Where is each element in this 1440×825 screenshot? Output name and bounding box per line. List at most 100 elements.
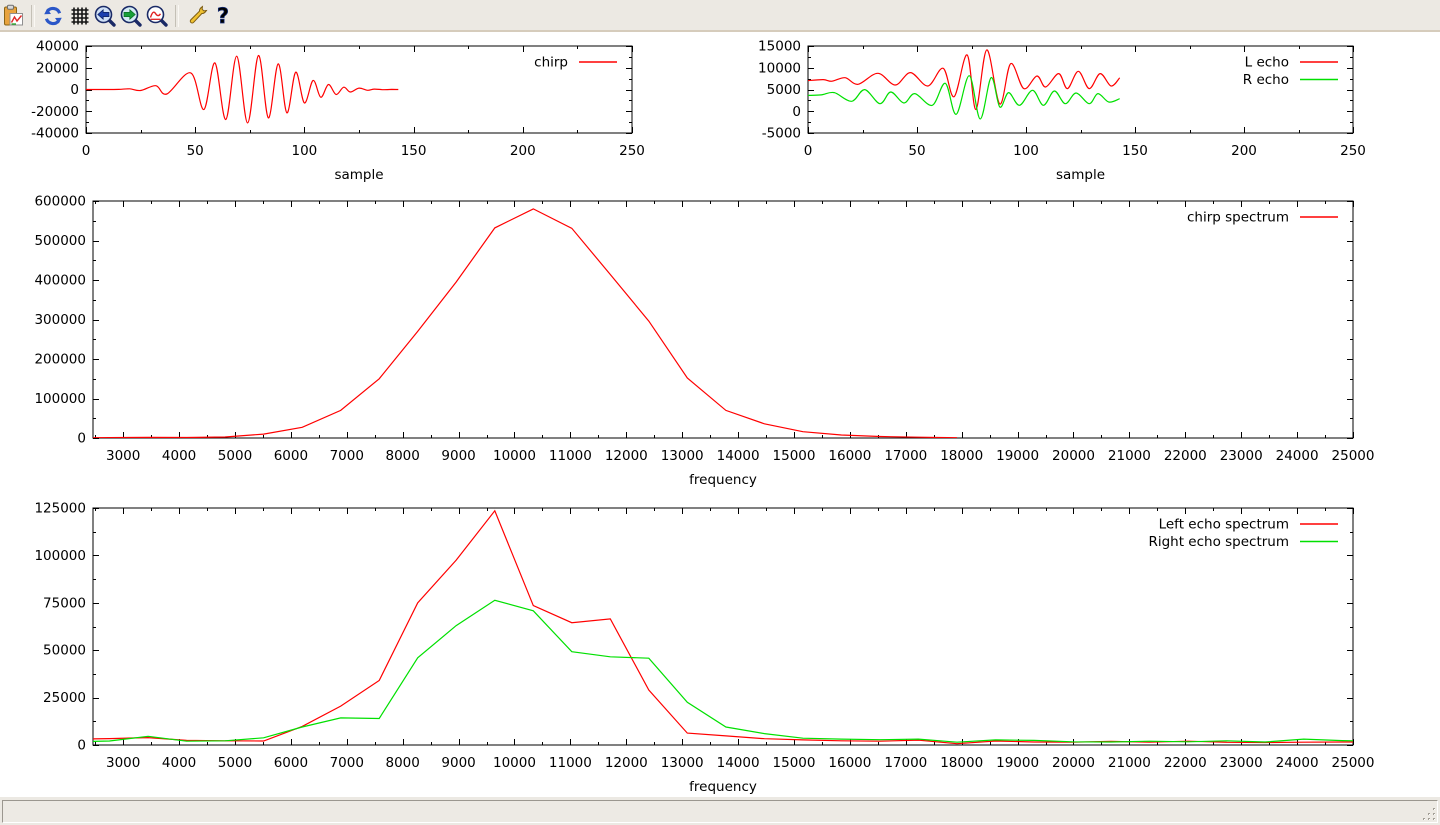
y-tick-label: 5000 xyxy=(767,82,801,98)
toolbar-button-toggle-grid[interactable] xyxy=(66,3,92,29)
x-tick-label: 50 xyxy=(187,143,204,159)
x-tick-label: 14000 xyxy=(717,448,760,464)
x-tick-label: 24000 xyxy=(1276,755,1319,771)
x-tick-label: 50 xyxy=(908,143,925,159)
y-tick-label: 0 xyxy=(77,738,86,754)
x-tick-label: 5000 xyxy=(218,448,252,464)
legend-label: chirp spectrum xyxy=(1187,210,1289,226)
x-tick-label: 18000 xyxy=(940,755,983,771)
x-tick-label: 25000 xyxy=(1332,448,1375,464)
x-tick-label: 17000 xyxy=(884,448,927,464)
x-tick-label: 23000 xyxy=(1220,448,1263,464)
x-tick-label: 9000 xyxy=(441,755,475,771)
series-right-echo-spectrum xyxy=(93,600,1353,742)
x-tick-label: 22000 xyxy=(1164,448,1207,464)
gnuplot-window: ? 050100150200250-40000-2000002000040000… xyxy=(0,0,1440,825)
chart-chirp-signal[interactable]: 050100150200250-40000-2000002000040000sa… xyxy=(31,39,645,184)
y-tick-label: 300000 xyxy=(34,312,86,328)
chart-echo-spectra[interactable]: 3000400050006000700080009000100001100012… xyxy=(34,501,1374,796)
legend-label: chirp xyxy=(534,55,568,71)
y-tick-label: 10000 xyxy=(758,60,801,76)
series-chirp-spectrum xyxy=(93,209,957,438)
plot-border xyxy=(93,201,1353,438)
x-tick-label: 7000 xyxy=(330,448,364,464)
y-tick-label: 0 xyxy=(77,431,86,447)
autoscale-plot-icon xyxy=(145,4,169,28)
x-tick-label: 6000 xyxy=(274,448,308,464)
y-tick-label: -5000 xyxy=(762,126,801,142)
plots-surface: 050100150200250-40000-2000002000040000sa… xyxy=(0,32,1440,797)
x-tick-label: 22000 xyxy=(1164,755,1207,771)
x-tick-label: 12000 xyxy=(605,755,648,771)
x-axis-label: frequency xyxy=(689,472,757,488)
x-axis-label: frequency xyxy=(689,779,757,795)
x-tick-label: 250 xyxy=(619,143,645,159)
toolbar-button-zoom-previous[interactable] xyxy=(92,3,118,29)
series-l-echo xyxy=(808,50,1120,110)
toolbar-button-replot[interactable] xyxy=(40,3,66,29)
svg-text:?: ? xyxy=(217,4,229,28)
legend-label: Left echo spectrum xyxy=(1159,517,1289,533)
x-tick-label: 11000 xyxy=(549,755,592,771)
x-tick-label: 150 xyxy=(1122,143,1148,159)
x-tick-label: 100 xyxy=(292,143,318,159)
y-tick-label: 100000 xyxy=(34,548,86,564)
y-tick-label: -20000 xyxy=(31,104,79,120)
x-tick-label: 0 xyxy=(804,143,813,159)
chart-echo-signals[interactable]: 050100150200250-5000050001000015000sampl… xyxy=(758,39,1366,184)
x-tick-label: 13000 xyxy=(661,755,704,771)
x-tick-label: 19000 xyxy=(996,755,1039,771)
x-tick-label: 16000 xyxy=(828,448,871,464)
toolbar-button-copy-plot-to-clipboard[interactable] xyxy=(0,3,26,29)
y-tick-label: 125000 xyxy=(34,501,86,517)
resize-grip-icon[interactable] xyxy=(1422,807,1437,822)
x-tick-label: 150 xyxy=(401,143,427,159)
x-tick-label: 8000 xyxy=(386,448,420,464)
x-tick-label: 9000 xyxy=(441,448,475,464)
y-tick-label: 0 xyxy=(792,104,801,120)
toolbar-button-configure-terminal[interactable] xyxy=(184,3,210,29)
toolbar-button-autoscale[interactable] xyxy=(144,3,170,29)
y-tick-label: -40000 xyxy=(31,126,79,142)
toolbar-button-zoom-next[interactable] xyxy=(118,3,144,29)
x-tick-label: 21000 xyxy=(1108,755,1151,771)
x-tick-label: 100 xyxy=(1013,143,1039,159)
x-tick-label: 4000 xyxy=(162,755,196,771)
x-tick-label: 8000 xyxy=(386,755,420,771)
wrench-icon xyxy=(185,4,209,28)
legend-label: R echo xyxy=(1243,72,1289,88)
toolbar-separator xyxy=(31,5,35,27)
y-tick-label: 500000 xyxy=(34,233,86,249)
chart-chirp-spectrum[interactable]: 3000400050006000700080009000100001100012… xyxy=(34,194,1374,489)
x-tick-label: 20000 xyxy=(1052,755,1095,771)
x-tick-label: 13000 xyxy=(661,448,704,464)
x-tick-label: 21000 xyxy=(1108,448,1151,464)
toolbar: ? xyxy=(0,0,1440,32)
x-tick-label: 0 xyxy=(82,143,91,159)
x-tick-label: 14000 xyxy=(717,755,760,771)
x-tick-label: 23000 xyxy=(1220,755,1263,771)
x-tick-label: 24000 xyxy=(1276,448,1319,464)
x-tick-label: 250 xyxy=(1340,143,1366,159)
x-tick-label: 25000 xyxy=(1332,755,1375,771)
x-tick-label: 10000 xyxy=(493,755,536,771)
y-tick-label: 50000 xyxy=(43,643,86,659)
x-axis-label: sample xyxy=(1056,167,1105,183)
y-tick-label: 25000 xyxy=(43,690,86,706)
x-tick-label: 200 xyxy=(1231,143,1257,159)
replot-arrows-icon xyxy=(41,4,65,28)
x-axis-label: sample xyxy=(334,167,383,183)
x-tick-label: 11000 xyxy=(549,448,592,464)
toolbar-button-help[interactable]: ? xyxy=(210,3,236,29)
plot-canvas[interactable]: 050100150200250-40000-2000002000040000sa… xyxy=(0,32,1440,797)
x-tick-label: 12000 xyxy=(605,448,648,464)
x-tick-label: 200 xyxy=(510,143,536,159)
x-tick-label: 17000 xyxy=(884,755,927,771)
legend-label: L echo xyxy=(1245,55,1289,71)
x-tick-label: 15000 xyxy=(773,755,816,771)
y-tick-label: 20000 xyxy=(36,60,79,76)
status-bar xyxy=(0,797,1440,825)
grid-icon xyxy=(67,4,91,28)
x-tick-label: 5000 xyxy=(218,755,252,771)
y-tick-label: 75000 xyxy=(43,595,86,611)
